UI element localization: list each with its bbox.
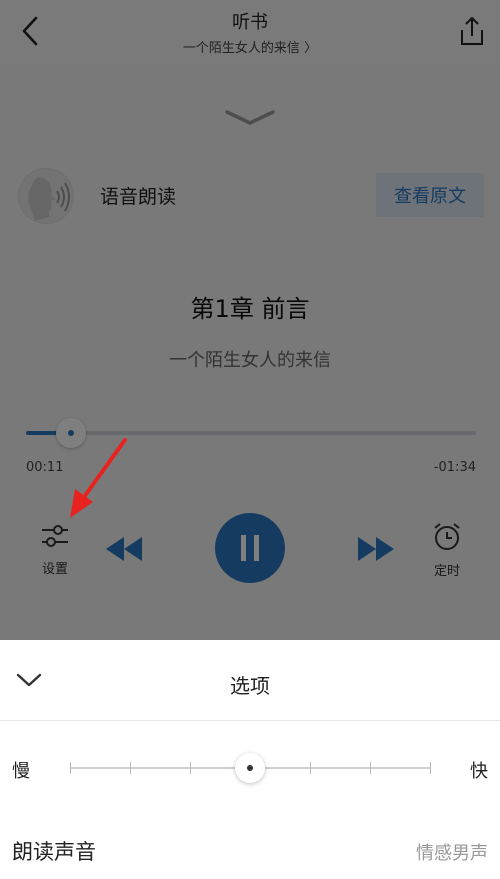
speed-tick [70, 762, 71, 774]
divider [0, 720, 500, 721]
annotation-arrow-icon [70, 438, 127, 518]
slow-label: 慢 [12, 761, 30, 782]
speed-slider[interactable] [70, 753, 431, 783]
voice-setting-label: 朗读声音 [12, 840, 96, 864]
speed-tick [130, 762, 131, 774]
speed-tick [430, 762, 431, 774]
voice-setting-value[interactable]: 情感男声 [416, 839, 488, 865]
speed-thumb[interactable] [235, 753, 265, 783]
speed-tick [310, 762, 311, 774]
options-sheet: 选项 慢 快 朗读声音 情感男声 [0, 640, 500, 879]
speed-tick [190, 762, 191, 774]
fast-label: 快 [470, 761, 488, 782]
speed-tick [370, 762, 371, 774]
sheet-title: 选项 [230, 674, 270, 698]
